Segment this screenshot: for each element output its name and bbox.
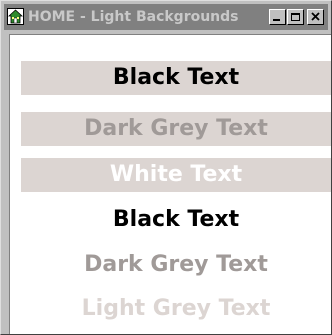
- text-sample-white-on-light: White Text: [21, 158, 331, 192]
- text-sample-black-on-light: Black Text: [21, 61, 331, 95]
- minimize-icon: [273, 19, 280, 21]
- green-house-icon[interactable]: [7, 8, 24, 25]
- close-button[interactable]: [307, 9, 324, 25]
- maximize-icon: [291, 13, 300, 21]
- close-icon: [311, 12, 320, 21]
- text-sample-light-grey-on-white: Light Grey Text: [81, 296, 271, 321]
- text-sample-dark-grey-on-light: Dark Grey Text: [21, 112, 331, 146]
- maximize-button[interactable]: [287, 9, 304, 25]
- client-area: Black Text Dark Grey Text White Text Bla…: [9, 34, 331, 334]
- text-sample-black-on-white: Black Text: [112, 207, 240, 232]
- minimize-button[interactable]: [269, 9, 286, 25]
- window-title: HOME - Light Backgrounds: [28, 9, 239, 25]
- app-window: HOME - Light Backgrounds Black Text Dark…: [0, 0, 332, 335]
- text-sample-dark-grey-on-white: Dark Grey Text: [84, 252, 268, 277]
- title-bar[interactable]: HOME - Light Backgrounds: [4, 4, 328, 30]
